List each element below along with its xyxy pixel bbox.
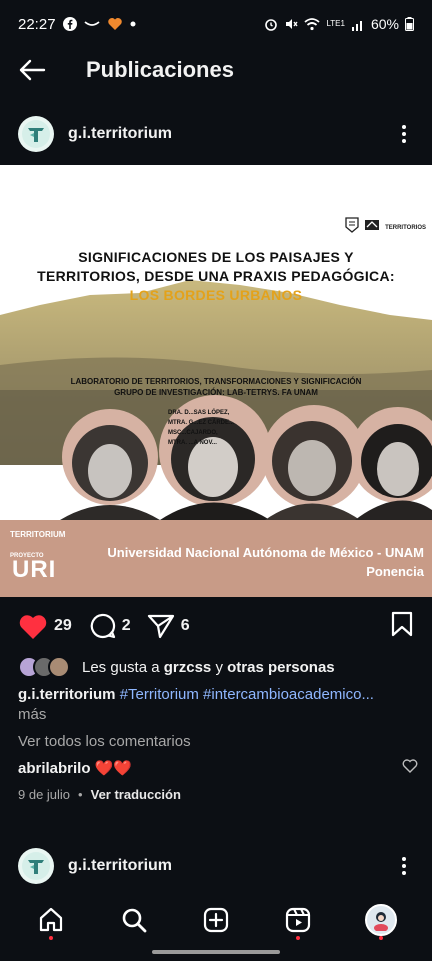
- image-university: Universidad Nacional Autónoma de México …: [107, 543, 424, 581]
- signal-icon: [351, 18, 365, 31]
- uri-logo-text: URI: [12, 556, 57, 583]
- home-indicator[interactable]: [152, 950, 280, 954]
- territorios-logo-text: TERRITORIOS: [385, 224, 426, 231]
- next-post-header: g.i.territorium: [0, 838, 432, 894]
- avatar: [48, 656, 70, 678]
- network-label: LTE1: [326, 19, 345, 28]
- create-icon: [203, 907, 229, 933]
- nav-reels[interactable]: [276, 898, 320, 942]
- back-arrow-icon[interactable]: [18, 59, 46, 81]
- speaker-name: MTRA. ...A NOV...: [168, 440, 217, 446]
- nav-profile[interactable]: [359, 898, 403, 942]
- save-button[interactable]: [390, 611, 414, 642]
- notification-dot: [378, 936, 383, 940]
- comment-like-icon[interactable]: [402, 759, 418, 777]
- notification-dot: [296, 936, 301, 940]
- likes-count: 29: [54, 617, 72, 634]
- faculty-logo-icon: [364, 218, 380, 237]
- image-title-line2: TERRITORIOS, DESDE UNA PRAXIS PEDAGÓGICA…: [37, 268, 395, 284]
- view-all-comments-link[interactable]: Ver todos los comentarios: [18, 733, 191, 750]
- avatar[interactable]: [18, 116, 54, 152]
- caption-hashtags[interactable]: #Territorium #intercambioacademico...: [120, 686, 374, 703]
- post-username[interactable]: g.i.territorium: [68, 125, 172, 143]
- mute-icon: [284, 17, 298, 31]
- facebook-icon: [62, 17, 77, 31]
- shares-count: 6: [180, 617, 190, 634]
- home-icon: [40, 907, 63, 932]
- university-name: Universidad Nacional Autónoma de México …: [107, 545, 424, 560]
- image-lab-line1: LABORATORIO DE TERRITORIOS, TRANSFORMACI…: [70, 377, 362, 386]
- notification-dot-icon: [130, 21, 136, 27]
- image-title-line1: SIGNIFICACIONES DE LOS PAISAJES Y: [78, 249, 354, 265]
- post-date: 9 de julio: [18, 787, 71, 802]
- comments-count: 2: [121, 617, 131, 634]
- comment-row: abrilabrilo ❤️❤️: [18, 757, 418, 779]
- reels-icon: [286, 907, 311, 933]
- comment-text: ❤️❤️: [94, 760, 132, 777]
- status-time: 22:27: [18, 15, 56, 33]
- battery-percent: 60%: [370, 16, 399, 32]
- unam-logo-icon: [345, 217, 359, 238]
- wifi-icon: [304, 17, 321, 31]
- speaker-name: MSC...CAJARDO,: [168, 430, 218, 436]
- comment-button[interactable]: 2: [88, 612, 131, 640]
- battery-icon: [405, 17, 414, 31]
- more-options-icon[interactable]: [394, 857, 414, 875]
- more-options-icon[interactable]: [394, 125, 414, 143]
- caption-more-link[interactable]: más: [18, 706, 46, 723]
- search-icon: [122, 908, 146, 933]
- comment-username[interactable]: abrilabrilo: [18, 760, 91, 777]
- header: Publicaciones: [0, 48, 432, 92]
- comment-icon: [90, 613, 115, 639]
- profile-avatar: [364, 904, 397, 936]
- post-caption: g.i.territorium #Territorium #intercambi…: [18, 684, 418, 706]
- speaker-name: DRA. D...SAS LÓPEZ,: [168, 410, 230, 416]
- event-type: Ponencia: [366, 564, 424, 579]
- notification-dot: [49, 936, 54, 940]
- avatar[interactable]: [18, 848, 54, 884]
- image-title-accent: LOS BORDES URBANOS: [129, 287, 303, 303]
- image-lab-line2: GRUPO DE INVESTIGACIÓN: LAB-TETRYS. FA U…: [114, 388, 318, 397]
- share-button[interactable]: 6: [147, 613, 190, 639]
- send-icon: [147, 614, 174, 639]
- nav-search[interactable]: [112, 898, 156, 942]
- post-meta: 9 de julio • Ver traducción: [18, 787, 181, 802]
- bookmark-icon: [391, 611, 413, 636]
- alarm-icon: [264, 17, 278, 31]
- next-post-username[interactable]: g.i.territorium: [68, 857, 172, 875]
- heart-app-icon: [107, 17, 123, 31]
- nav-create[interactable]: [194, 898, 238, 942]
- liked-by-others[interactable]: otras personas: [227, 659, 335, 676]
- speaker-name: MTRA. G...EZ CÁRDE...: [168, 420, 234, 426]
- heart-icon: [19, 614, 47, 639]
- messaging-icon: [83, 19, 100, 29]
- post-actions: 29 2 6: [0, 606, 432, 646]
- bottom-nav: [0, 890, 432, 950]
- liked-by-avatars: [18, 656, 70, 678]
- image-lab-text: LABORATORIO DE TERRITORIOS, TRANSFORMACI…: [0, 376, 432, 398]
- liked-by-user[interactable]: grzcss: [164, 659, 212, 676]
- image-speaker-names: DRA. D...SAS LÓPEZ, MTRA. G...EZ CÁRDE..…: [168, 408, 234, 448]
- liked-by-prefix: Les gusta a: [82, 658, 160, 676]
- image-title: SIGNIFICACIONES DE LOS PAISAJES Y TERRIT…: [0, 248, 432, 305]
- post-header: g.i.territorium: [0, 106, 432, 162]
- translate-link[interactable]: Ver traducción: [91, 787, 181, 802]
- liked-by[interactable]: Les gusta a grzcss y otras personas: [18, 654, 335, 680]
- image-band-logo: TERRITORIUM PROYECTO: [10, 530, 65, 559]
- liked-by-suffix: y: [215, 658, 223, 676]
- image-logos: TERRITORIOS: [345, 217, 426, 238]
- status-bar: 22:27 LTE1 60%: [0, 0, 432, 48]
- separator-dot: •: [78, 787, 83, 802]
- nav-home[interactable]: [29, 898, 73, 942]
- like-button[interactable]: 29: [18, 613, 72, 640]
- caption-username[interactable]: g.i.territorium: [18, 686, 116, 703]
- page-title: Publicaciones: [86, 57, 234, 82]
- territorium-logo-text: TERRITORIUM: [10, 530, 66, 539]
